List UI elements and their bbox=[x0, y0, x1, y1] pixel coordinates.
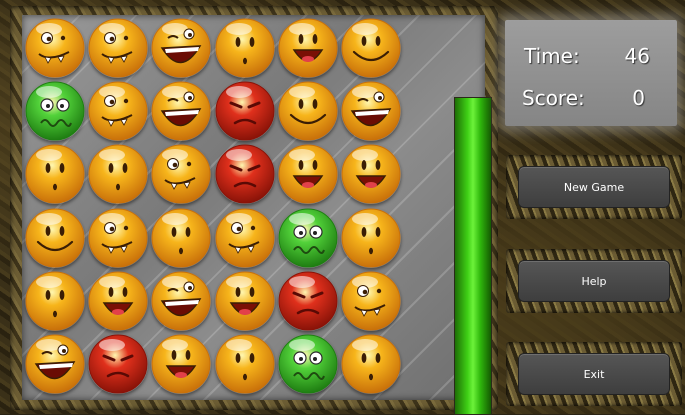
smiley-crazy-r3c3[interactable] bbox=[151, 144, 211, 204]
smiley-laugh-r2c6[interactable] bbox=[341, 81, 401, 141]
smiley-laugh-r6c1[interactable] bbox=[25, 334, 85, 394]
new-game-button[interactable]: New Game bbox=[518, 166, 670, 208]
exit-button[interactable]: Exit bbox=[518, 353, 670, 395]
time-bar-fill bbox=[455, 98, 491, 414]
smiley-grin-r6c3[interactable] bbox=[151, 334, 211, 394]
smiley-angry-r3c4[interactable] bbox=[215, 144, 275, 204]
smiley-angry-r2c4[interactable] bbox=[215, 81, 275, 141]
score-label: Score: bbox=[522, 86, 585, 110]
smiley-crazy-r1c1[interactable] bbox=[25, 18, 85, 78]
smiley-laugh-r5c3[interactable] bbox=[151, 271, 211, 331]
smiley-sick-r4c5[interactable] bbox=[278, 208, 338, 268]
time-bar-track bbox=[454, 97, 492, 415]
new-game-frame: New Game bbox=[506, 155, 682, 219]
smiley-grin-r5c4[interactable] bbox=[215, 271, 275, 331]
smiley-grin-r3c6[interactable] bbox=[341, 144, 401, 204]
smiley-sick-r2c1[interactable] bbox=[25, 81, 85, 141]
smiley-laugh-r2c3[interactable] bbox=[151, 81, 211, 141]
help-frame: Help bbox=[506, 249, 682, 313]
smiley-oh-r4c3[interactable] bbox=[151, 208, 211, 268]
smiley-grin-r3c5[interactable] bbox=[278, 144, 338, 204]
smiley-laugh-r1c3[interactable] bbox=[151, 18, 211, 78]
smiley-angry-r6c2[interactable] bbox=[88, 334, 148, 394]
exit-frame: Exit bbox=[506, 342, 682, 406]
smiley-crazy-r2c2[interactable] bbox=[88, 81, 148, 141]
smiley-oh-r5c1[interactable] bbox=[25, 271, 85, 331]
smiley-grin-r1c5[interactable] bbox=[278, 18, 338, 78]
smiley-oh-r1c4[interactable] bbox=[215, 18, 275, 78]
smiley-smile-r4c1[interactable] bbox=[25, 208, 85, 268]
smiley-sick-r6c5[interactable] bbox=[278, 334, 338, 394]
smiley-oh-r3c2[interactable] bbox=[88, 144, 148, 204]
help-button[interactable]: Help bbox=[518, 260, 670, 302]
smiley-oh-r4c6[interactable] bbox=[341, 208, 401, 268]
smiley-oh-r3c1[interactable] bbox=[25, 144, 85, 204]
smiley-angry-r5c5[interactable] bbox=[278, 271, 338, 331]
time-value: 46 bbox=[624, 44, 650, 68]
smiley-grin-r5c2[interactable] bbox=[88, 271, 148, 331]
score-value: 0 bbox=[632, 86, 645, 110]
info-panel: Time: 46 Score: 0 bbox=[505, 20, 677, 126]
smiley-oh-r6c4[interactable] bbox=[215, 334, 275, 394]
smiley-smile-r2c5[interactable] bbox=[278, 81, 338, 141]
smiley-crazy-r5c6[interactable] bbox=[341, 271, 401, 331]
time-label: Time: bbox=[524, 44, 580, 68]
smiley-crazy-r4c4[interactable] bbox=[215, 208, 275, 268]
smiley-crazy-r1c2[interactable] bbox=[88, 18, 148, 78]
smiley-oh-r6c6[interactable] bbox=[341, 334, 401, 394]
game-board bbox=[22, 15, 492, 415]
game-window: Time: 46 Score: 0 New Game Help Exit bbox=[0, 0, 685, 415]
smiley-crazy-r4c2[interactable] bbox=[88, 208, 148, 268]
smiley-smile-r1c6[interactable] bbox=[341, 18, 401, 78]
